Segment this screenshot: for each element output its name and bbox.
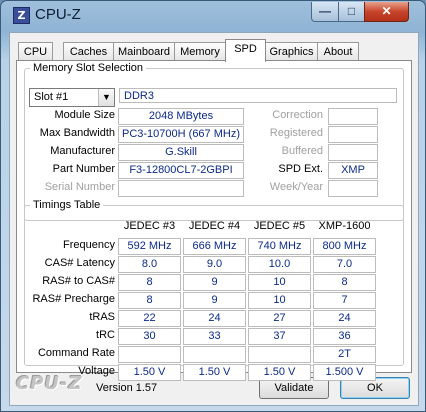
spd-ext-value: XMP xyxy=(328,162,378,179)
timing-cell: 1.50 V xyxy=(183,364,246,381)
buffered-value xyxy=(328,144,378,161)
serial-number-value xyxy=(118,180,244,197)
timing-cell: 30 xyxy=(118,328,181,345)
timing-cell: 9 xyxy=(183,274,246,291)
timing-row-label: tRC xyxy=(96,329,115,341)
timing-cell: 37 xyxy=(248,328,311,345)
manufacturer-label: Manufacturer xyxy=(50,145,115,157)
chevron-down-icon[interactable]: ▼ xyxy=(98,89,114,106)
timing-cell: 8 xyxy=(118,292,181,309)
correction-label: Correction xyxy=(272,109,323,121)
part-number-value: F3-12800CL7-2GBPI xyxy=(118,162,244,179)
timing-row-label: Voltage xyxy=(78,365,115,377)
correction-value xyxy=(328,108,378,125)
timing-cell: 24 xyxy=(313,310,376,327)
timing-cell: 10 xyxy=(248,274,311,291)
close-button[interactable]: ✕ xyxy=(364,2,409,22)
timing-cell xyxy=(118,346,181,363)
max-bandwidth-label: Max Bandwidth xyxy=(39,127,115,139)
column-header-xmp-1600: XMP-1600 xyxy=(318,220,371,232)
timing-cell: 8 xyxy=(313,274,376,291)
tab-caches[interactable]: Caches xyxy=(63,42,114,61)
memory-slot-legend: Memory Slot Selection xyxy=(33,62,144,74)
timing-cell: 666 MHz xyxy=(183,238,246,255)
column-header-jedec-3: JEDEC #3 xyxy=(123,220,176,232)
timing-cell: 800 MHz xyxy=(313,238,376,255)
spd-panel: Memory Slot Selection Slot #1 ▼ DDR3 Mod… xyxy=(16,60,412,381)
part-number-label: Part Number xyxy=(52,163,115,175)
tab-spd[interactable]: SPD xyxy=(225,39,266,62)
registered-label: Registered xyxy=(269,127,323,139)
cpuz-window: Z CPU-Z — □ ✕ CPU Caches Mainboard Memor… xyxy=(0,0,426,412)
timing-cell: 7.0 xyxy=(313,256,376,273)
timing-cell: 27 xyxy=(248,310,311,327)
timings-table-legend: Timings Table xyxy=(33,199,101,211)
timing-cell: 22 xyxy=(118,310,181,327)
title-bar[interactable]: Z CPU-Z — □ ✕ xyxy=(1,1,425,31)
version-label: Version 1.57 xyxy=(96,382,158,394)
column-header-jedec-4: JEDEC #4 xyxy=(188,220,241,232)
timing-cell: 10 xyxy=(248,292,311,309)
minimize-button[interactable]: — xyxy=(311,2,339,22)
close-icon: ✕ xyxy=(381,4,392,18)
timings-table-group: Timings Table JEDEC #3 JEDEC #4 JEDEC #5… xyxy=(24,199,404,381)
tab-mainboard[interactable]: Mainboard xyxy=(113,42,175,61)
timing-cell: 1.50 V xyxy=(248,364,311,381)
timing-cell: 2T xyxy=(313,346,376,363)
timing-cell: 8.0 xyxy=(118,256,181,273)
slot-select-value: Slot #1 xyxy=(34,91,69,103)
maximize-button[interactable]: □ xyxy=(338,2,365,22)
slot-select[interactable]: Slot #1 ▼ xyxy=(29,88,115,107)
timing-cell: 9.0 xyxy=(183,256,246,273)
minimize-icon: — xyxy=(319,4,331,18)
module-size-value: 2048 MBytes xyxy=(118,108,244,125)
timing-cell: 740 MHz xyxy=(248,238,311,255)
tab-memory[interactable]: Memory xyxy=(174,42,226,61)
content-area: CPU Caches Mainboard Memory SPD Graphics… xyxy=(9,32,419,406)
timing-cell: 1.500 V xyxy=(313,364,376,381)
timing-row-label: tRAS xyxy=(89,311,115,323)
tab-cpu[interactable]: CPU xyxy=(18,42,53,61)
timing-row-label: CAS# Latency xyxy=(44,257,115,269)
timing-row-label: Frequency xyxy=(63,239,115,251)
maximize-icon: □ xyxy=(347,4,356,18)
timing-row-label: RAS# to CAS# xyxy=(42,275,115,287)
serial-number-label: Serial Number xyxy=(44,181,115,193)
week-year-label: Week/Year xyxy=(269,181,323,193)
memory-slot-group: Memory Slot Selection Slot #1 ▼ DDR3 Mod… xyxy=(24,62,404,221)
buffered-label: Buffered xyxy=(281,145,323,157)
timing-cell xyxy=(183,346,246,363)
timing-row-label: RAS# Precharge xyxy=(32,293,115,305)
tab-about[interactable]: About xyxy=(317,42,359,61)
timing-cell: 24 xyxy=(183,310,246,327)
timing-cell: 1.50 V xyxy=(118,364,181,381)
timing-cell: 8 xyxy=(118,274,181,291)
timing-row-label: Command Rate xyxy=(37,347,115,359)
memory-type-field: DDR3 xyxy=(119,88,397,103)
column-header-jedec-5: JEDEC #5 xyxy=(253,220,306,232)
timing-cell: 33 xyxy=(183,328,246,345)
window-title: CPU-Z xyxy=(35,6,81,23)
timing-cell: 592 MHz xyxy=(118,238,181,255)
tab-graphics[interactable]: Graphics xyxy=(265,42,318,61)
week-year-value xyxy=(328,180,378,197)
registered-value xyxy=(328,126,378,143)
manufacturer-value: G.Skill xyxy=(118,144,244,161)
timing-cell xyxy=(248,346,311,363)
spd-ext-label: SPD Ext. xyxy=(278,163,323,175)
max-bandwidth-value: PC3-10700H (667 MHz) xyxy=(118,126,244,143)
cpuz-app-icon: Z xyxy=(13,7,30,24)
module-size-label: Module Size xyxy=(54,109,115,121)
timing-cell: 10.0 xyxy=(248,256,311,273)
timing-cell: 7 xyxy=(313,292,376,309)
timing-cell: 9 xyxy=(183,292,246,309)
timing-cell: 36 xyxy=(313,328,376,345)
